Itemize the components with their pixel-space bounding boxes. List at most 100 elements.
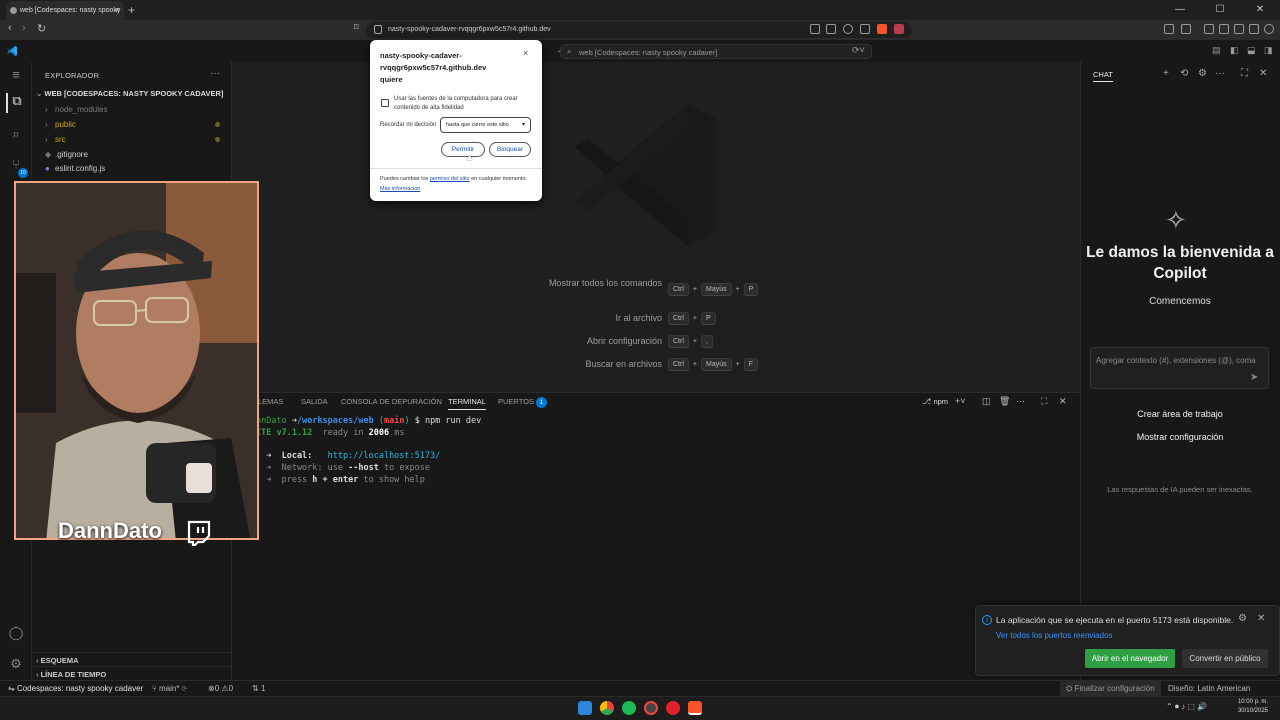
- notification-close-icon[interactable]: ✕: [1257, 613, 1265, 624]
- close-panel-icon[interactable]: ✕: [1059, 396, 1067, 407]
- shortcut-keys: Ctrl + P: [668, 312, 716, 325]
- minimize-icon[interactable]: —: [1160, 0, 1200, 20]
- ports-indicator[interactable]: ⇅ 1: [252, 684, 265, 693]
- share-icon[interactable]: [860, 24, 870, 34]
- tab-ports[interactable]: PUERTOS 1: [498, 397, 547, 408]
- notification-gear-icon[interactable]: ⚙: [1238, 613, 1247, 624]
- spotify-icon[interactable]: [622, 701, 636, 715]
- permission-close-icon[interactable]: ×: [523, 48, 528, 58]
- brave-icon[interactable]: [688, 701, 702, 715]
- layout-icon[interactable]: ▤: [1212, 45, 1221, 56]
- problems-indicator[interactable]: ⊗0 ⚠0: [208, 684, 233, 693]
- bookmark-icon[interactable]: ⌑: [354, 22, 359, 33]
- forward-icon[interactable]: ›: [22, 22, 26, 34]
- close-chat-icon[interactable]: ✕: [1259, 68, 1267, 79]
- zoom-icon[interactable]: [843, 24, 853, 34]
- tab-problems[interactable]: LEMAS: [258, 397, 283, 406]
- remember-select[interactable]: hasta que cierre este sitio ▾: [440, 117, 531, 133]
- translate-icon[interactable]: [826, 24, 836, 34]
- clock-time: 10:00 p. m.: [1237, 699, 1268, 705]
- allow-button[interactable]: Permitir: [441, 142, 485, 157]
- vpn-icon[interactable]: [1249, 24, 1259, 34]
- command-center-search[interactable]: ⌕ web [Codespaces: nasty spooky cadaver]: [560, 44, 872, 59]
- tree-item-label: src: [55, 135, 66, 144]
- local-url-link[interactable]: http://localhost:5173/: [328, 451, 441, 461]
- more-actions-icon[interactable]: ···: [210, 68, 220, 79]
- new-tab-icon[interactable]: +: [128, 3, 135, 17]
- terminal-selector[interactable]: ⎇ npm: [922, 396, 948, 406]
- accounts-icon[interactable]: ◯: [6, 625, 26, 645]
- close-window-icon[interactable]: ✕: [1240, 0, 1280, 20]
- chat-settings-icon[interactable]: ⚙: [1198, 68, 1207, 79]
- site-permission-link[interactable]: permiso del sitio: [430, 176, 470, 182]
- back-icon[interactable]: ‹: [8, 22, 12, 34]
- branch-indicator[interactable]: ⑂ main* ⟳: [152, 684, 187, 693]
- show-settings-link[interactable]: Mostrar configuración: [1084, 432, 1276, 442]
- tree-item-node-modules[interactable]: › node_modules: [45, 105, 107, 114]
- open-in-browser-button[interactable]: Abrir en el navegador: [1085, 649, 1175, 668]
- maximize-chat-icon[interactable]: ⛶: [1241, 68, 1248, 79]
- tray-icons[interactable]: ⌃ ⏺ ♪ ⬚ 🔊: [1166, 702, 1207, 712]
- chat-input[interactable]: Agregar contexto (#), extensiones (@), c…: [1090, 347, 1269, 389]
- send-icon[interactable]: ➤: [1250, 372, 1258, 383]
- more-actions-icon[interactable]: ···: [1016, 396, 1025, 406]
- split-terminal-icon[interactable]: ◫: [982, 396, 991, 407]
- tree-item-public[interactable]: › public: [45, 120, 76, 129]
- sidebar-toggle-icon[interactable]: [1204, 24, 1214, 34]
- windows-start-icon[interactable]: [578, 701, 592, 715]
- cast-icon[interactable]: [1164, 24, 1174, 34]
- finish-setup-button[interactable]: ⛭ Finalizar configuración: [1060, 681, 1161, 696]
- tree-item-eslint[interactable]: ● eslint.config.js: [45, 164, 105, 173]
- more-actions-icon[interactable]: ···: [1215, 68, 1225, 79]
- brave-rewards-icon[interactable]: [894, 24, 904, 34]
- view-ports-link[interactable]: Ver todos los puertos reenviados: [996, 631, 1113, 640]
- maximize-icon[interactable]: ☐: [1200, 0, 1240, 20]
- theme-indicator[interactable]: Diseño: Latin American: [1168, 684, 1250, 693]
- reading-list-icon[interactable]: [1181, 24, 1191, 34]
- create-workspace-link[interactable]: Crear área de trabajo: [1084, 409, 1276, 419]
- extensions-icon[interactable]: [1219, 24, 1229, 34]
- browser-tab[interactable]: web [Codespaces: nasty spooky ×: [6, 1, 124, 20]
- toggle-panel-icon[interactable]: ⬓: [1247, 45, 1256, 56]
- outline-section[interactable]: › ESQUEMA: [32, 652, 232, 666]
- taskbar-clock[interactable]: 10:00 p. m. 30/10/2025: [1238, 698, 1268, 716]
- kill-terminal-icon[interactable]: 🗑: [999, 396, 1010, 407]
- workspace-root[interactable]: ⌄ WEB [CODESPACES: NASTY SPOOKY CADAVER]: [36, 89, 223, 98]
- brave-shields-icon[interactable]: [877, 24, 887, 34]
- toggle-secondary-sidebar-icon[interactable]: ◨: [1264, 45, 1273, 56]
- history-icon[interactable]: ⟲: [1180, 68, 1188, 79]
- screen-icon[interactable]: [810, 24, 820, 34]
- tab-terminal[interactable]: TERMINAL: [448, 397, 486, 410]
- tab-debug-console[interactable]: CONSOLA DE DEPURACIÓN: [341, 397, 442, 406]
- opera-icon[interactable]: [666, 701, 680, 715]
- tab-favicon-icon: [10, 7, 17, 14]
- new-terminal-icon[interactable]: +˅: [955, 396, 966, 406]
- tab-output[interactable]: SALIDA: [301, 397, 328, 406]
- timeline-section[interactable]: › LÍNEA DE TIEMPO: [32, 666, 232, 680]
- menu-icon[interactable]: [1264, 24, 1274, 34]
- chrome-icon[interactable]: [600, 701, 614, 715]
- obs-icon[interactable]: [644, 701, 658, 715]
- new-chat-icon[interactable]: +: [1163, 68, 1169, 79]
- search-view-icon[interactable]: ⌕: [6, 126, 26, 146]
- chat-begin-text: Comencemos: [1149, 296, 1211, 307]
- ports-badge: 1: [535, 397, 547, 408]
- make-public-button[interactable]: Convertir en público: [1182, 649, 1268, 668]
- explorer-icon[interactable]: ⧉: [6, 93, 26, 113]
- close-tab-icon[interactable]: ×: [115, 5, 120, 15]
- tree-item-src[interactable]: › src: [45, 135, 66, 144]
- menu-hamburger-icon[interactable]: ≡: [6, 67, 26, 87]
- tree-item-gitignore[interactable]: ◆ .gitignore: [45, 150, 88, 159]
- puzzle-icon[interactable]: [1234, 24, 1244, 34]
- reload-icon[interactable]: ↻: [37, 22, 46, 35]
- more-info-link[interactable]: Más información: [380, 186, 420, 192]
- chat-title[interactable]: CHAT: [1093, 70, 1113, 82]
- block-button[interactable]: Bloquear: [489, 142, 531, 157]
- copilot-menu-icon[interactable]: ⟳˅: [852, 45, 865, 56]
- toggle-sidebar-icon[interactable]: ◧: [1230, 45, 1239, 56]
- maximize-panel-icon[interactable]: ⛶: [1041, 396, 1047, 407]
- site-info-icon[interactable]: [374, 25, 382, 34]
- manage-gear-icon[interactable]: ⚙: [6, 656, 26, 676]
- remote-indicator[interactable]: ⇋ Codespaces: nasty spooky cadaver: [0, 681, 145, 696]
- vscode-logo-icon[interactable]: [6, 45, 18, 57]
